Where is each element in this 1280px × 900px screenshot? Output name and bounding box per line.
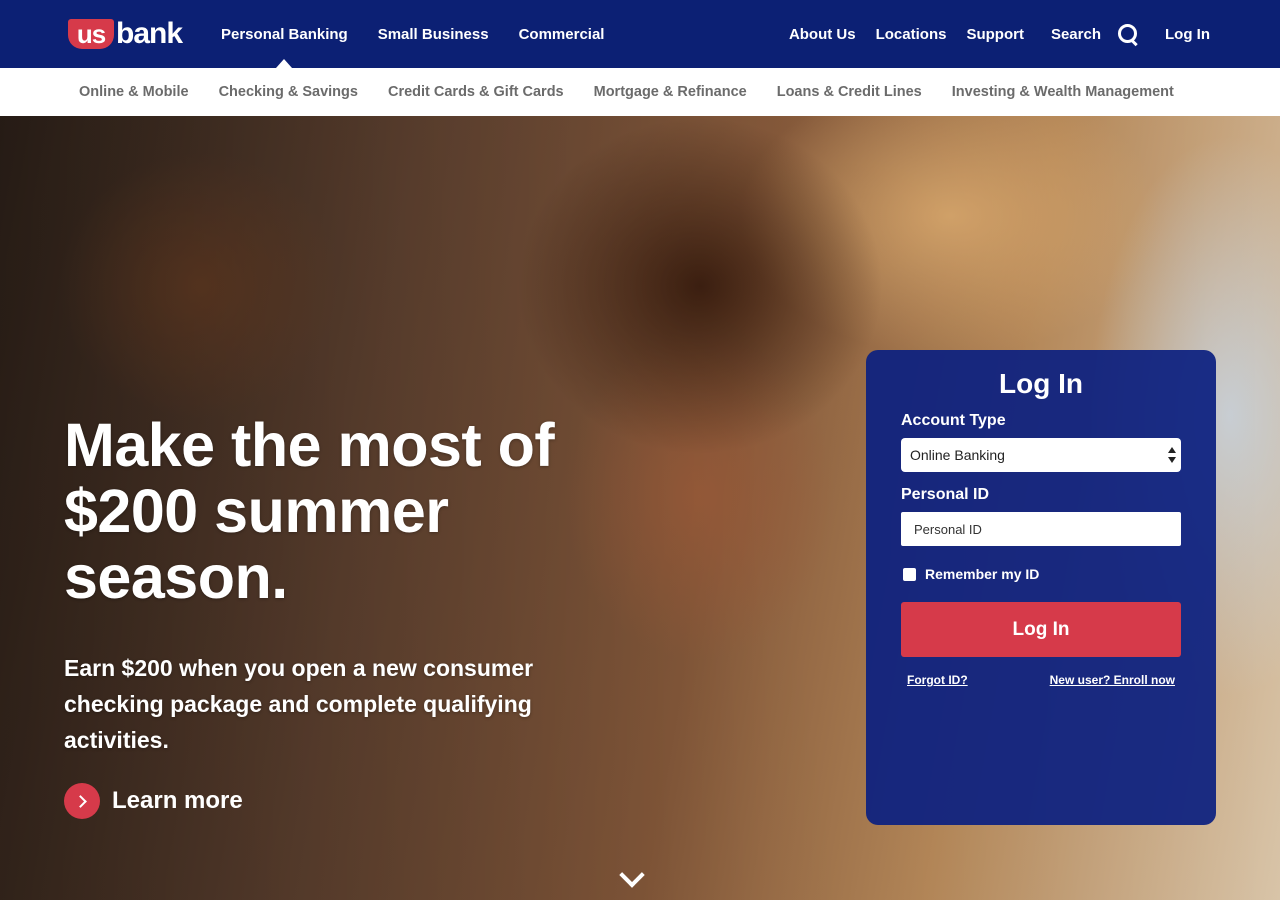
subnav-credit-cards[interactable]: Credit Cards & Gift Cards [388,84,564,100]
remember-my-id[interactable]: Remember my ID [903,566,1039,582]
subnav-online-mobile[interactable]: Online & Mobile [79,84,189,100]
subnav-investing[interactable]: Investing & Wealth Management [952,84,1174,100]
usbank-logo[interactable]: us bank [68,17,183,50]
subnav-mortgage[interactable]: Mortgage & Refinance [594,84,747,100]
remember-label: Remember my ID [925,566,1040,582]
nav-small-business[interactable]: Small Business [378,0,489,68]
remember-checkbox[interactable] [903,567,916,581]
utility-nav: About Us Locations Support Search Log In [769,0,1210,68]
forgot-id-link[interactable]: Forgot ID? [907,673,968,687]
nav-support[interactable]: Support [966,26,1024,43]
select-arrows-icon [1168,447,1176,463]
nav-commercial[interactable]: Commercial [519,0,605,68]
logo-us: us [68,19,114,49]
nav-personal-banking[interactable]: Personal Banking [221,0,348,68]
enroll-link[interactable]: New user? Enroll now [1050,673,1175,687]
search-icon[interactable] [1117,23,1139,45]
nav-locations[interactable]: Locations [876,26,947,43]
login-title: Log In [999,368,1083,399]
primary-nav: Personal Banking Small Business Commerci… [221,0,634,68]
nav-search[interactable]: Search [1051,26,1101,43]
hero-headline: Make the most of $200 summer season. [64,411,555,611]
learn-more-label: Learn more [112,787,243,814]
chevron-down-icon[interactable] [617,862,647,892]
nav-about-us[interactable]: About Us [789,26,856,43]
nav-log-in[interactable]: Log In [1165,26,1210,43]
account-type-value: Online Banking [910,447,1005,463]
logo-bank: bank [116,17,183,50]
login-card: Log In Account Type Online Banking Perso… [866,350,1216,825]
personal-id-label: Personal ID [901,486,990,503]
hero-content: Make the most of $200 summer season. Ear… [64,412,604,819]
hero-subhead: Earn $200 when you open a new consumer c… [64,655,534,753]
account-type-label: Account Type [901,412,1006,429]
top-navigation: us bank Personal Banking Small Business … [0,0,1280,68]
chevron-right-icon [64,783,100,819]
log-in-button[interactable]: Log In [901,602,1181,657]
account-type-select[interactable]: Online Banking [901,438,1181,472]
subnav-checking-savings[interactable]: Checking & Savings [219,84,358,100]
personal-id-input[interactable] [901,512,1181,546]
secondary-nav: Online & Mobile Checking & Savings Credi… [0,68,1280,116]
learn-more-link[interactable]: Learn more [64,783,604,819]
subnav-loans[interactable]: Loans & Credit Lines [777,84,922,100]
